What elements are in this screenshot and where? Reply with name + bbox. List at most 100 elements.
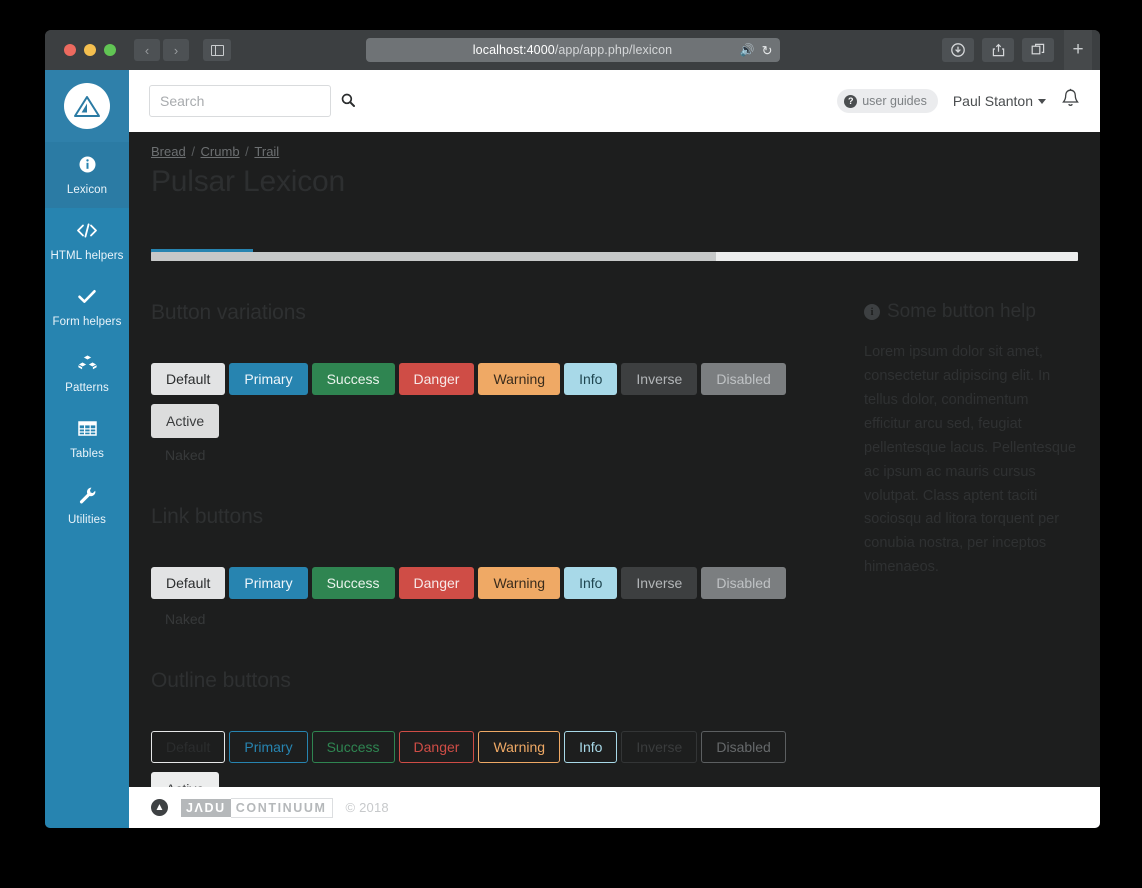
breadcrumb-separator: / <box>241 144 253 159</box>
section-link-buttons: Link buttons Default Primary Success Dan… <box>151 505 842 635</box>
breadcrumb-item-1[interactable]: Bread <box>151 144 186 159</box>
back-button[interactable]: ‹ <box>134 39 160 61</box>
wrench-icon <box>49 486 125 508</box>
sidebar-icon <box>210 44 224 56</box>
outline-button-success[interactable]: Success <box>311 731 395 763</box>
button-inverse[interactable]: Inverse <box>621 363 698 395</box>
address-bar-text: localhost:4000/app/app.php/lexicon <box>473 43 672 57</box>
link-button-naked[interactable]: Naked <box>151 603 219 635</box>
search-input[interactable] <box>160 93 341 109</box>
speaker-icon[interactable]: 🔊 <box>740 44 755 56</box>
button-success[interactable]: Success <box>311 363 395 395</box>
section-heading: Outline buttons <box>151 669 291 692</box>
maximize-window-button[interactable] <box>104 44 116 56</box>
forward-button[interactable]: › <box>163 39 189 61</box>
address-bar[interactable]: localhost:4000/app/app.php/lexicon 🔊 ↻ <box>365 38 780 62</box>
progress-track <box>151 252 1078 261</box>
link-button-default[interactable]: Default <box>151 567 226 599</box>
tabs-overview-icon[interactable] <box>1022 38 1054 62</box>
button-primary[interactable]: Primary <box>229 363 308 395</box>
link-button-danger[interactable]: Danger <box>398 567 475 599</box>
new-tab-button[interactable]: + <box>1064 30 1092 70</box>
question-mark-icon: ? <box>844 94 858 108</box>
outline-button-active[interactable]: Active <box>151 772 220 787</box>
outline-button-disabled: Disabled <box>701 731 786 763</box>
brand-jadu: JΛDU <box>181 798 231 817</box>
help-body: Lorem ipsum dolor sit amet, consectetur … <box>864 344 1077 576</box>
sidebar-item-patterns[interactable]: Patterns <box>45 340 129 406</box>
section-button-variations: Button variations Default Primary Succes… <box>151 301 842 471</box>
sidebar-item-html-helpers[interactable]: HTML helpers <box>45 208 129 274</box>
button-group: Default Primary Success Danger Warning I… <box>151 731 842 787</box>
chevron-down-icon <box>1038 98 1046 104</box>
address-bar-icons: 🔊 ↻ <box>740 44 773 57</box>
close-window-button[interactable] <box>64 44 76 56</box>
naked-button-row: Naked <box>151 439 842 471</box>
help-title-label: Some button help <box>887 301 1036 322</box>
sidebar-item-label: Utilities <box>68 514 106 526</box>
button-group: Default Primary Success Danger Warning I… <box>151 567 842 635</box>
window-controls[interactable] <box>64 44 116 56</box>
help-title: i Some button help <box>864 301 1078 323</box>
navigation-buttons: ‹ › <box>134 39 189 61</box>
arrow-up-circle-icon[interactable]: ▲ <box>151 799 168 816</box>
button-active[interactable]: Active <box>151 404 220 438</box>
jadu-continuum-logo: JΛDU CONTINUUM <box>181 797 333 818</box>
top-bar: ? user guides Paul Stanton <box>129 70 1100 132</box>
sidebar-item-form-helpers[interactable]: Form helpers <box>45 274 129 340</box>
button-default[interactable]: Default <box>151 363 226 395</box>
share-icon[interactable] <box>982 38 1014 62</box>
url-path: /app/app.php/lexicon <box>554 43 673 57</box>
copyright-label: © 2018 <box>345 800 389 815</box>
section-outline-buttons: Outline buttons Default Primary Success … <box>151 669 842 787</box>
notification-bell-icon[interactable] <box>1061 88 1080 114</box>
button-danger[interactable]: Danger <box>398 363 475 395</box>
minimize-window-button[interactable] <box>84 44 96 56</box>
search-box[interactable] <box>149 85 355 117</box>
download-icon[interactable] <box>942 38 974 62</box>
info-icon <box>49 156 125 178</box>
link-button-warning[interactable]: Warning <box>478 567 561 599</box>
sidebar-item-label: Tables <box>70 448 104 460</box>
outline-button-danger[interactable]: Danger <box>398 731 475 763</box>
content-area: Bread / Crumb / Trail Pulsar Lexicon But… <box>129 132 1100 787</box>
code-icon <box>49 222 125 244</box>
url-host: localhost:4000 <box>472 43 555 57</box>
sidebar-item-label: HTML helpers <box>50 250 124 262</box>
link-button-inverse[interactable]: Inverse <box>621 567 698 599</box>
user-menu[interactable]: Paul Stanton <box>953 93 1046 109</box>
sidebar-item-utilities[interactable]: Utilities <box>45 472 129 538</box>
cubes-icon <box>49 354 125 376</box>
sidebar-item-tables[interactable]: Tables <box>45 406 129 472</box>
sidebar-logo[interactable] <box>45 70 129 142</box>
application-root: Lexicon HTML helpers Form helpers Patter… <box>45 70 1100 828</box>
button-naked[interactable]: Naked <box>151 439 219 471</box>
footer: ▲ JΛDU CONTINUUM © 2018 <box>129 787 1100 828</box>
outline-button-info[interactable]: Info <box>564 731 618 763</box>
browser-toolbar-actions <box>942 38 1054 62</box>
breadcrumb-item-2[interactable]: Crumb <box>201 144 240 159</box>
button-warning[interactable]: Warning <box>478 363 561 395</box>
progress-fill <box>151 252 717 261</box>
outline-button-default[interactable]: Default <box>151 731 226 763</box>
buttons-column: Button variations Default Primary Succes… <box>151 301 842 787</box>
user-guides-button[interactable]: ? user guides <box>837 89 938 113</box>
outline-button-primary[interactable]: Primary <box>229 731 308 763</box>
link-button-info[interactable]: Info <box>564 567 618 599</box>
info-icon: i <box>864 304 880 320</box>
breadcrumb: Bread / Crumb / Trail <box>151 144 1078 159</box>
outline-button-inverse[interactable]: Inverse <box>621 731 698 763</box>
link-button-disabled: Disabled <box>701 567 786 599</box>
sidebar-item-label: Form helpers <box>52 316 122 328</box>
outline-button-warning[interactable]: Warning <box>478 731 561 763</box>
sidebar-toggle-button[interactable] <box>203 39 231 61</box>
breadcrumb-item-3[interactable]: Trail <box>254 144 279 159</box>
help-column: i Some button help Lorem ipsum dolor sit… <box>864 301 1078 787</box>
link-button-success[interactable]: Success <box>311 567 395 599</box>
link-button-primary[interactable]: Primary <box>229 567 308 599</box>
search-icon[interactable] <box>341 93 355 110</box>
button-group: Default Primary Success Danger Warning I… <box>151 363 842 438</box>
button-info[interactable]: Info <box>564 363 618 395</box>
sidebar-item-lexicon[interactable]: Lexicon <box>45 142 129 208</box>
reload-icon[interactable]: ↻ <box>762 44 773 57</box>
